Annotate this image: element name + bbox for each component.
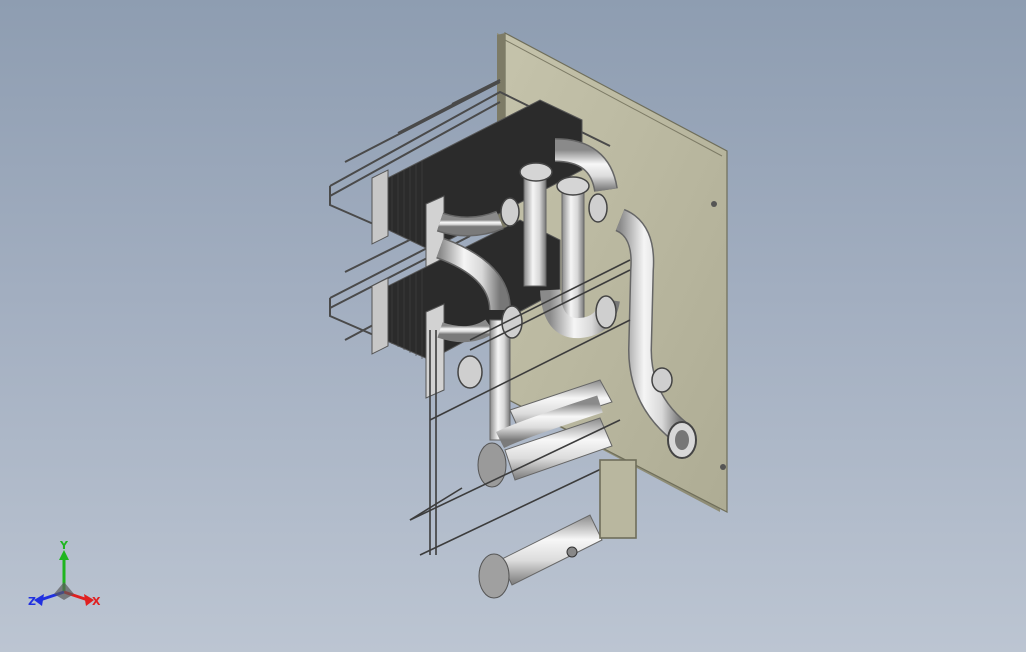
triad-origin xyxy=(54,582,74,600)
cad-viewport[interactable]: Y X Z xyxy=(0,0,1026,652)
z-axis-label: Z xyxy=(28,595,36,608)
cad-model-assembly[interactable] xyxy=(0,0,1026,652)
y-axis-label: Y xyxy=(59,539,69,552)
axis-triad: Y X Z xyxy=(28,539,101,608)
x-axis-label: X xyxy=(92,595,101,608)
